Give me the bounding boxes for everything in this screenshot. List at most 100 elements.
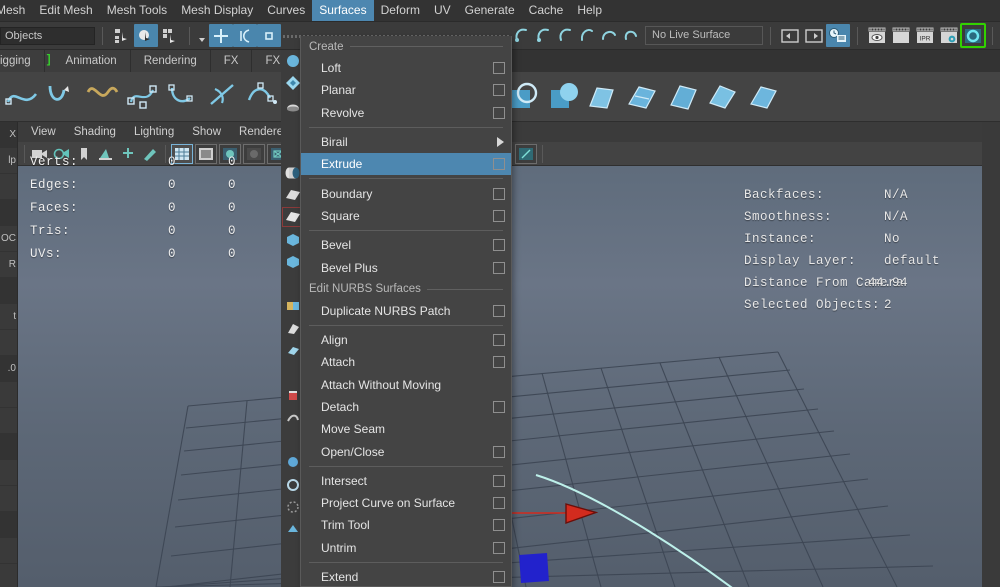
option-box-icon[interactable] — [493, 84, 505, 96]
menu-item-duplicate-nurbs-patch[interactable]: Duplicate NURBS Patch — [301, 300, 511, 322]
menu-item-detach[interactable]: Detach — [301, 396, 511, 418]
left-dock-row[interactable] — [0, 382, 17, 408]
option-box-icon[interactable] — [493, 158, 505, 170]
shelf-three-point-arc-icon[interactable] — [162, 76, 202, 118]
option-box-icon[interactable] — [493, 519, 505, 531]
left-dock-row[interactable]: t — [0, 304, 17, 330]
grease-pencil-icon[interactable] — [139, 144, 161, 164]
option-box-icon[interactable] — [493, 475, 505, 487]
snap-to-grid-icon[interactable] — [209, 24, 233, 47]
left-dock-row[interactable] — [0, 460, 17, 486]
option-box-icon[interactable] — [493, 334, 505, 346]
option-box-icon[interactable] — [493, 62, 505, 74]
ipr-render-icon[interactable]: IPR — [913, 24, 937, 47]
menu-item-uv[interactable]: UV — [427, 0, 458, 21]
smooth-shade-all-icon[interactable] — [195, 144, 217, 164]
viewport-menu-lighting[interactable]: Lighting — [125, 124, 183, 140]
menu-item-bevel-plus[interactable]: Bevel Plus — [301, 256, 511, 278]
shelf-bevel-surface-icon[interactable] — [703, 76, 743, 118]
render-settings-icon[interactable] — [599, 25, 621, 47]
menu-item-square[interactable]: Square — [301, 205, 511, 227]
menu-item-mesh-tools[interactable]: Mesh Tools — [100, 0, 174, 21]
shelf-attach-curves-icon[interactable] — [242, 76, 282, 118]
render-view-icon[interactable] — [865, 24, 889, 47]
left-dock-row[interactable]: OC — [0, 226, 17, 252]
menu-item-intersect[interactable]: Intersect — [301, 470, 511, 492]
left-dock-row[interactable] — [0, 278, 17, 304]
viewport-menu-shading[interactable]: Shading — [65, 124, 125, 140]
option-box-icon[interactable] — [493, 262, 505, 274]
option-box-icon[interactable] — [493, 356, 505, 368]
menu-item-untrim[interactable]: Untrim — [301, 537, 511, 559]
viewport-menu-show[interactable]: Show — [183, 124, 230, 140]
option-box-icon[interactable] — [493, 188, 505, 200]
viewport-menu-view[interactable]: View — [22, 124, 65, 140]
shelf-loft-surface-icon[interactable] — [583, 76, 623, 118]
left-dock-row[interactable] — [0, 200, 17, 226]
flat-shade-icon[interactable] — [243, 144, 265, 164]
chevron-down-icon[interactable] — [197, 31, 207, 41]
left-dock-row[interactable] — [0, 512, 17, 538]
menu-item-edit-mesh[interactable]: Edit Mesh — [32, 0, 99, 21]
menu-item-generate[interactable]: Generate — [458, 0, 522, 21]
left-dock-row[interactable]: lp — [0, 148, 17, 174]
menu-item-cache[interactable]: Cache — [522, 0, 571, 21]
menu-item-extend[interactable]: Extend — [301, 566, 511, 587]
shelf-tab-fx[interactable]: FX — [211, 50, 253, 72]
left-dock-row[interactable] — [0, 538, 17, 564]
menu-item-trim-tool[interactable]: Trim Tool — [301, 514, 511, 536]
attribute-editor-toggle-icon[interactable] — [826, 24, 850, 47]
bookmark-icon[interactable] — [73, 144, 95, 164]
menu-item-attach[interactable]: Attach — [301, 351, 511, 373]
menu-item-open-close[interactable]: Open/Close — [301, 440, 511, 462]
viewport-renderer-toggle-icon[interactable] — [961, 24, 985, 47]
selection-mode-field[interactable]: Objects — [0, 27, 95, 45]
menu-item-align[interactable]: Align — [301, 329, 511, 351]
left-dock-row[interactable] — [0, 408, 17, 434]
option-box-icon[interactable] — [493, 401, 505, 413]
construction-history-icon[interactable] — [555, 25, 577, 47]
viewport-grid-icon[interactable] — [515, 144, 537, 164]
option-box-icon[interactable] — [493, 542, 505, 554]
redo-arrow-icon[interactable] — [533, 25, 555, 47]
shelf-pencil-curve-icon[interactable] — [122, 76, 162, 118]
camera-attributes-icon[interactable] — [51, 144, 73, 164]
snap-to-point-icon[interactable] — [257, 24, 281, 47]
menu-item-surfaces[interactable]: Surfaces — [312, 0, 373, 21]
left-dock-row[interactable] — [0, 330, 17, 356]
left-dock-row[interactable]: .0 — [0, 356, 17, 382]
option-box-icon[interactable] — [493, 497, 505, 509]
image-plane-icon[interactable] — [95, 144, 117, 164]
shelf-tab-animation[interactable]: Animation — [53, 50, 131, 72]
menu-item-deform[interactable]: Deform — [374, 0, 427, 21]
left-dock-row[interactable]: X — [0, 122, 17, 148]
wireframe-shading-icon[interactable] — [171, 144, 193, 164]
left-dock-row[interactable]: R — [0, 252, 17, 278]
select-component-icon[interactable] — [158, 24, 182, 47]
shelf-two-point-arc-icon[interactable] — [202, 76, 242, 118]
left-dock-row[interactable] — [0, 486, 17, 512]
menu-item-birail[interactable]: Birail — [301, 131, 511, 153]
live-surface-field[interactable]: No Live Surface — [645, 26, 763, 45]
menu-item-extrude[interactable]: Extrude — [301, 153, 511, 175]
menu-item-boundary[interactable]: Boundary — [301, 182, 511, 204]
shelf-planar-surface-icon[interactable] — [623, 76, 663, 118]
sidebar-left-toggle-icon[interactable] — [778, 24, 802, 47]
shelf-tab-rendering[interactable]: Rendering — [131, 50, 211, 72]
menu-item-mesh[interactable]: Mesh — [0, 0, 32, 21]
snap-to-curve-icon[interactable] — [233, 24, 257, 47]
option-box-icon[interactable] — [493, 305, 505, 317]
select-hierarchy-icon[interactable] — [110, 24, 134, 47]
two-d-pan-zoom-icon[interactable] — [117, 144, 139, 164]
curl-icon[interactable] — [621, 25, 643, 47]
option-box-icon[interactable] — [493, 210, 505, 222]
menu-item-attach-without-moving[interactable]: Attach Without Moving — [301, 374, 511, 396]
undo-arrow-icon[interactable] — [511, 25, 533, 47]
left-dock-row[interactable] — [0, 434, 17, 460]
option-box-icon[interactable] — [493, 239, 505, 251]
menu-item-move-seam[interactable]: Move Seam — [301, 418, 511, 440]
option-box-icon[interactable] — [493, 446, 505, 458]
shelf-curve-ep-icon[interactable] — [42, 76, 82, 118]
option-box-icon[interactable] — [493, 571, 505, 583]
select-object-icon[interactable] — [134, 24, 158, 47]
